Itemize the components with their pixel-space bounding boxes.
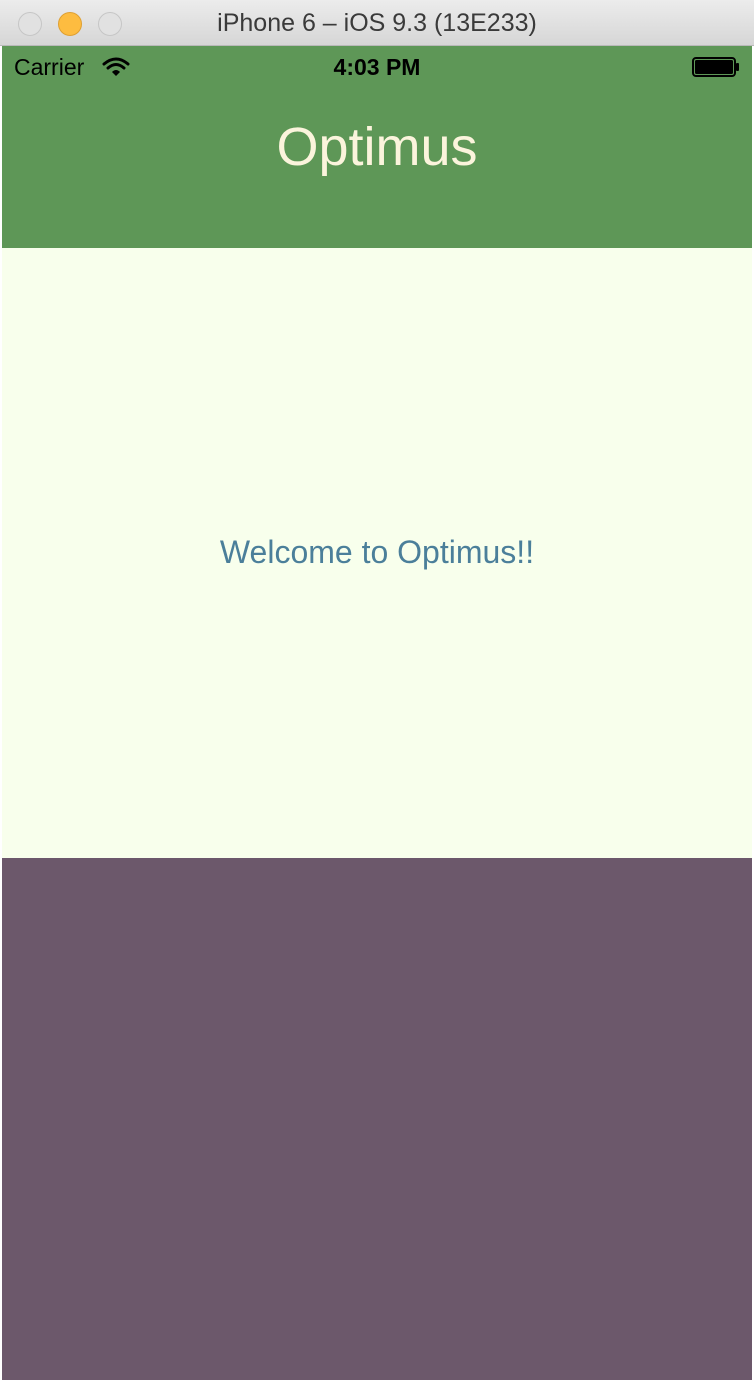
battery-icon [692, 57, 739, 77]
window-title: iPhone 6 – iOS 9.3 (13E233) [217, 9, 537, 37]
footer-panel [2, 858, 752, 1380]
main-content: Welcome to Optimus!! [2, 248, 752, 858]
welcome-message: Welcome to Optimus!! [219, 534, 535, 570]
status-time: 4:03 PM [333, 54, 421, 80]
device-screen: Carrier 4:03 PM Optimus Welcome to Optim… [2, 46, 752, 1380]
app-title: Optimus [276, 117, 478, 177]
simulator-window: iPhone 6 – iOS 9.3 (13E233) Carrier 4:03… [0, 0, 754, 1380]
window-titlebar[interactable]: iPhone 6 – iOS 9.3 (13E233) [0, 0, 754, 46]
status-bar: Carrier 4:03 PM [2, 46, 752, 86]
app-header: Carrier 4:03 PM Optimus [2, 46, 752, 248]
